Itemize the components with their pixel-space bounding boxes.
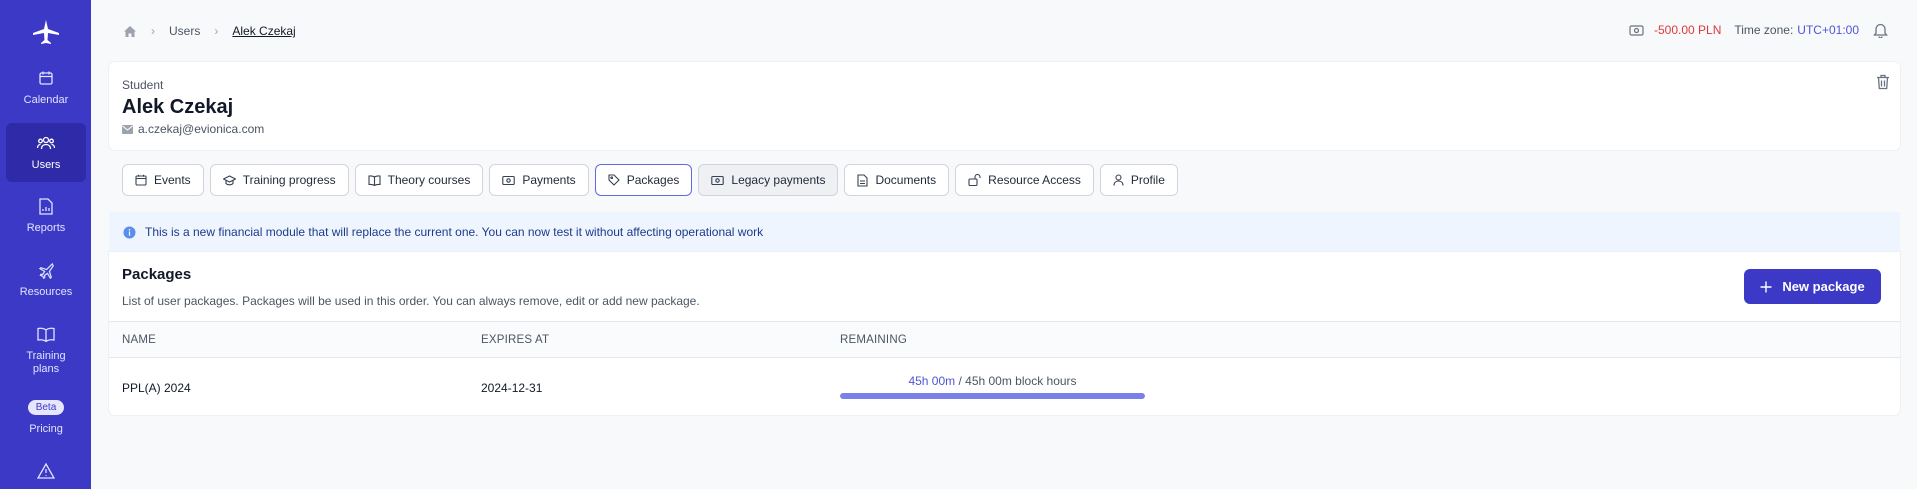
trash-icon[interactable] [1876, 74, 1890, 95]
timezone-label: Time zone: [1734, 23, 1794, 37]
profile-card: Student Alek Czekaj a.czekaj@evionica.co… [109, 62, 1900, 150]
tab-resource-access[interactable]: Resource Access [955, 164, 1094, 196]
plus-icon [1760, 281, 1772, 293]
breadcrumb: › Users › Alek Czekaj [123, 24, 296, 38]
beta-badge: Beta [27, 400, 65, 415]
sidebar-item-training-plans[interactable]: Training plans [6, 324, 86, 386]
tab-packages[interactable]: Packages [594, 164, 693, 196]
column-expires: EXPIRES AT [481, 334, 550, 346]
document-icon [857, 173, 869, 187]
sidebar-item-label: Calendar [23, 94, 69, 106]
unlock-icon [968, 174, 981, 186]
graduation-icon [222, 174, 236, 186]
warning-icon [36, 462, 56, 480]
package-remaining: 45h 00m / 45h 00m block hours [840, 374, 1145, 388]
new-package-label: New package [1782, 279, 1865, 294]
tab-label: Legacy payments [731, 173, 826, 187]
table-header: NAME EXPIRES AT REMAINING [109, 321, 1900, 358]
calendar-icon [36, 68, 56, 88]
sidebar: Calendar Users Reports Resources Trainin… [0, 0, 91, 489]
tab-profile[interactable]: Profile [1099, 164, 1178, 196]
user-email[interactable]: a.czekaj@evionica.com [138, 122, 264, 136]
sidebar-item-resources[interactable]: Resources [6, 260, 86, 308]
packages-panel: Packages List of user packages. Packages… [109, 252, 1900, 415]
sidebar-item-users[interactable]: Users [6, 123, 86, 182]
tab-label: Resource Access [988, 173, 1081, 187]
remaining-progress-bar [840, 393, 1145, 399]
chevron-right-icon: › [214, 24, 219, 38]
tab-documents[interactable]: Documents [844, 164, 950, 196]
column-remaining: REMAINING [840, 334, 907, 346]
packages-subtitle: List of user packages. Packages will be … [122, 294, 700, 308]
timezone-value[interactable]: UTC+01:00 [1797, 23, 1859, 37]
tab-label: Training progress [242, 173, 336, 187]
tab-legacy-payments[interactable]: Legacy payments [698, 164, 839, 196]
sidebar-item-reports[interactable]: Reports [6, 196, 86, 244]
tab-bar: Events Training progress Theory courses … [122, 164, 1178, 196]
tab-training-progress[interactable]: Training progress [209, 164, 349, 196]
top-bar: › Users › Alek Czekaj -500.00 PLN Time z… [91, 0, 1917, 62]
info-banner-text: This is a new financial module that will… [145, 225, 764, 239]
remaining-total: / 45h 00m block hours [958, 374, 1077, 388]
sidebar-item-label: Pricing [29, 423, 63, 435]
packages-title: Packages [122, 266, 192, 283]
tab-label: Profile [1130, 173, 1165, 187]
home-icon[interactable] [123, 25, 137, 38]
airplane-logo-icon[interactable] [28, 16, 64, 48]
package-expires: 2024-12-31 [481, 381, 543, 395]
sidebar-item-calendar[interactable]: Calendar [6, 68, 86, 116]
envelope-icon [122, 124, 133, 134]
tab-label: Documents [875, 173, 937, 187]
breadcrumb-users[interactable]: Users [169, 24, 200, 38]
user-role: Student [122, 78, 164, 92]
table-row[interactable]: PPL(A) 2024 2024-12-31 45h 00m / 45h 00m… [109, 358, 1900, 415]
money-icon [711, 175, 725, 186]
info-icon [123, 226, 136, 239]
column-name: NAME [122, 334, 157, 346]
tab-label: Theory courses [387, 173, 471, 187]
new-package-button[interactable]: New package [1744, 269, 1881, 304]
report-icon [36, 196, 56, 216]
info-banner: This is a new financial module that will… [109, 212, 1900, 252]
book-icon [36, 324, 56, 344]
sidebar-item-label: Users [31, 159, 61, 171]
sidebar-item-label: Resources [19, 286, 73, 298]
calendar-icon [135, 174, 147, 186]
sidebar-item-pricing[interactable]: Beta Pricing [6, 400, 86, 442]
remaining-progress-fill [840, 393, 1145, 399]
person-icon [1113, 174, 1124, 186]
book-icon [368, 174, 381, 186]
account-balance[interactable]: -500.00 PLN [1654, 23, 1721, 37]
users-icon [36, 133, 56, 153]
airplane-icon [36, 260, 56, 280]
sidebar-item-label: Training plans [26, 350, 66, 376]
tab-theory-courses[interactable]: Theory courses [354, 164, 484, 196]
sidebar-item-label: Reports [26, 222, 66, 234]
header-right: -500.00 PLN Time zone: UTC+01:00 [1629, 22, 1888, 38]
tag-icon [608, 174, 620, 186]
tab-events[interactable]: Events [122, 164, 204, 196]
breadcrumb-current[interactable]: Alek Czekaj [232, 24, 295, 38]
sidebar-item-alerts[interactable] [6, 462, 86, 486]
user-name: Alek Czekaj [122, 96, 234, 118]
bell-icon[interactable] [1873, 22, 1888, 38]
user-email-row: a.czekaj@evionica.com [122, 122, 264, 136]
tab-label: Payments [522, 173, 576, 187]
money-icon [1629, 24, 1644, 37]
money-icon [502, 175, 516, 186]
tab-label: Packages [626, 173, 680, 187]
tab-label: Events [154, 173, 191, 187]
package-name: PPL(A) 2024 [122, 381, 191, 395]
tab-payments[interactable]: Payments [489, 164, 589, 196]
remaining-value: 45h 00m [908, 374, 956, 388]
chevron-right-icon: › [151, 24, 155, 38]
